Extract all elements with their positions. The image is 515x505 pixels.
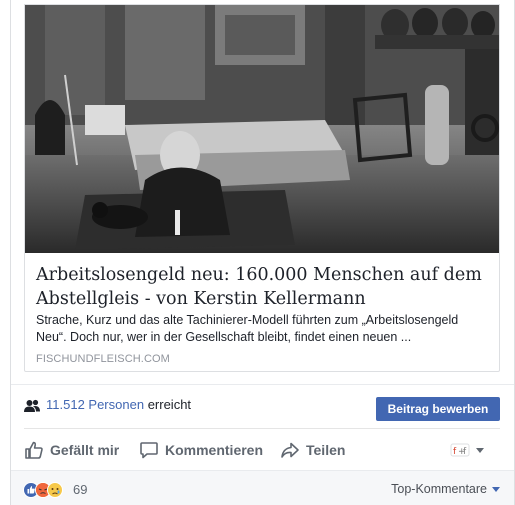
reach-suffix: erreicht (147, 397, 192, 412)
share-label: Teilen (306, 442, 346, 458)
reach-text: 11.512 Personen erreicht (46, 397, 191, 412)
comment-bubble-icon (140, 442, 158, 459)
link-preview[interactable]: Arbeitslosengeld neu: 160.000 Menschen a… (24, 4, 500, 372)
comment-label: Kommentieren (165, 442, 264, 458)
people-icon (24, 399, 40, 412)
chevron-down-icon (492, 486, 500, 492)
sad-reaction-icon (47, 482, 63, 498)
reactions-bar: 69 Top-Kommentare (11, 470, 514, 505)
reach-count-link[interactable]: 11.512 Personen (46, 397, 144, 412)
comment-button[interactable]: Kommentieren (139, 439, 263, 461)
like-button[interactable]: Gefällt mir (24, 439, 119, 461)
audience-selector[interactable]: f + f (450, 443, 484, 457)
link-preview-image[interactable] (25, 5, 500, 253)
reaction-count[interactable]: 69 (73, 482, 87, 497)
promote-post-button[interactable]: Beitrag bewerben (376, 397, 500, 421)
like-label: Gefällt mir (50, 442, 120, 458)
share-button[interactable]: Teilen (280, 439, 345, 461)
page-avatar-icon: f + f (450, 443, 470, 457)
thumbs-up-icon (25, 441, 43, 459)
action-bar: Gefällt mir Kommentieren Teilen f + f (24, 428, 500, 470)
comment-sort-dropdown[interactable]: Top-Kommentare (391, 482, 500, 496)
comment-sort-label: Top-Kommentare (391, 482, 487, 496)
link-description[interactable]: Strache, Kurz und das alte Tachinierer-M… (36, 312, 491, 346)
post-card: Arbeitslosengeld neu: 160.000 Menschen a… (10, 0, 515, 505)
chevron-down-icon (476, 447, 484, 453)
link-domain: FISCHUNDFLEISCH.COM (36, 353, 170, 365)
share-arrow-icon (281, 442, 299, 458)
reaction-icons[interactable] (23, 482, 71, 498)
reach-row: 11.512 Personen erreicht Beitrag bewerbe… (11, 384, 514, 428)
link-title[interactable]: Arbeitslosengeld neu: 160.000 Menschen a… (36, 263, 491, 311)
